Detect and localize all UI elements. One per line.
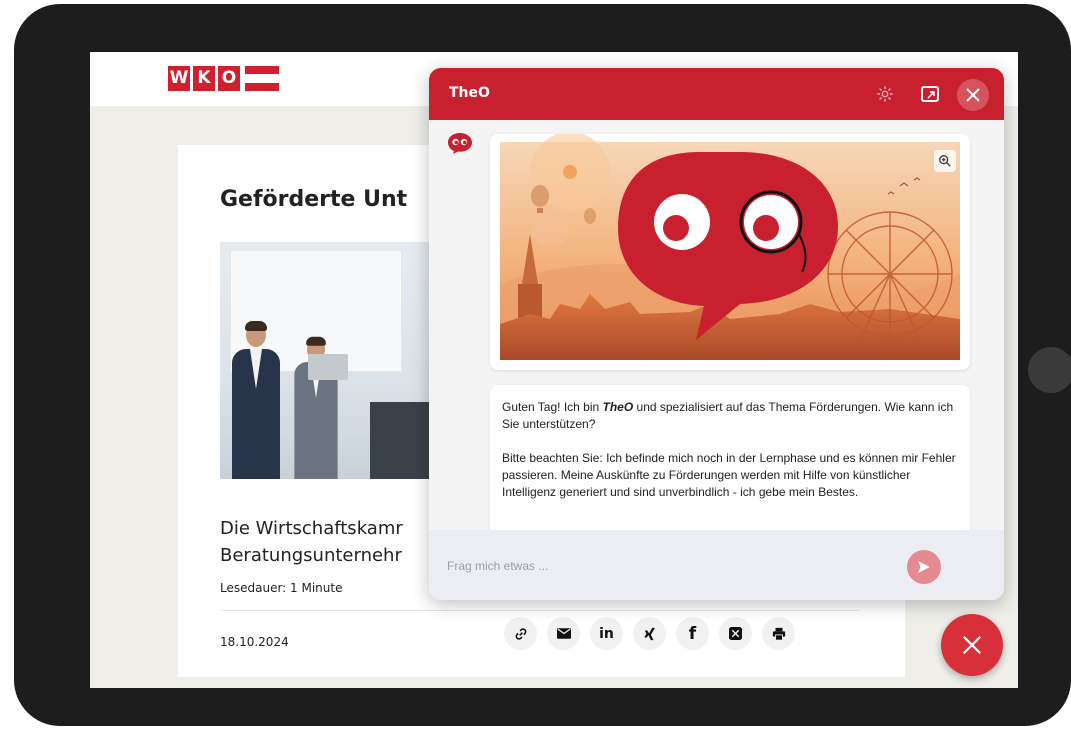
theo-name: TheO (602, 400, 634, 414)
print-icon[interactable] (762, 617, 795, 650)
wko-logo[interactable]: W K O (168, 66, 279, 91)
tablet-home-button (1028, 347, 1071, 393)
article-headline: Geförderte Unt (220, 187, 408, 212)
link-icon[interactable] (504, 617, 537, 650)
linkedin-icon[interactable]: in (590, 617, 623, 650)
divider (220, 610, 860, 611)
photo-laptop (308, 354, 348, 380)
chat-input[interactable] (445, 552, 889, 580)
article-teaser: Die Wirtschaftskamr Beratungsunternehr (220, 515, 403, 569)
teaser-line-1: Die Wirtschaftskamr (220, 518, 403, 539)
close-icon (962, 635, 982, 655)
logo-letter-w: W (168, 66, 190, 91)
chat-title: TheO (449, 85, 490, 101)
x-icon[interactable] (719, 617, 752, 650)
gear-icon[interactable] (873, 82, 897, 106)
send-button[interactable] (907, 550, 941, 584)
expand-window-icon[interactable] (918, 82, 942, 106)
email-icon[interactable] (547, 617, 580, 650)
austria-flag-icon (245, 66, 279, 91)
zoom-in-icon (939, 155, 951, 167)
chat-input-bar (429, 530, 1004, 600)
reading-time: Lesedauer: 1 Minute (220, 581, 343, 595)
chat-widget: TheO Guten Tag! Ich bin TheO und spezial… (429, 68, 1004, 600)
logo-letter-o: O (218, 66, 240, 91)
bot-message: Guten Tag! Ich bin TheO und spezialisier… (490, 385, 970, 530)
send-icon (918, 561, 930, 573)
share-bar: in f (504, 617, 795, 650)
zoom-image-button[interactable] (934, 150, 956, 172)
article-date: 18.10.2024 (220, 635, 289, 649)
xing-icon[interactable] (633, 617, 666, 650)
theo-avatar-icon (448, 133, 472, 154)
photo-person-1 (232, 321, 280, 479)
logo-letter-k: K (193, 66, 215, 91)
chat-header: TheO (429, 68, 1004, 120)
theo-illustration-card (490, 134, 970, 370)
facebook-icon[interactable]: f (676, 617, 709, 650)
bot-notice: Bitte beachten Sie: Ich befinde mich noc… (502, 451, 956, 499)
chat-messages[interactable]: Guten Tag! Ich bin TheO und spezialisier… (429, 120, 1004, 530)
close-icon (966, 88, 980, 102)
theo-vienna-illustration (500, 134, 960, 360)
chat-close-button[interactable] (957, 79, 989, 111)
bot-message-text: Guten Tag! Ich bin TheO und spezialisier… (502, 399, 962, 518)
chat-toggle-button[interactable] (941, 614, 1003, 676)
teaser-line-2: Beratungsunternehr (220, 545, 402, 566)
